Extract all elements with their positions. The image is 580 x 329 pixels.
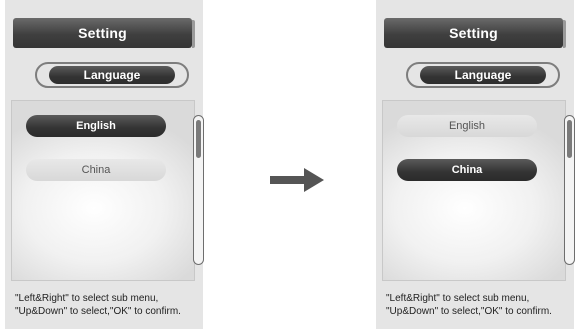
option-english[interactable]: English [397, 115, 537, 137]
settings-panel-before: Setting Language English China "Left&Rig… [5, 0, 204, 329]
scrollbar-track[interactable] [564, 115, 575, 265]
help-line-2: "Up&Down" to select,"OK" to confirm. [386, 306, 552, 317]
scrollbar-track[interactable] [193, 115, 204, 265]
language-tab-label: Language [420, 66, 546, 84]
language-tab-label: Language [49, 66, 175, 84]
settings-panel-after: Setting Language English China "Left&Rig… [376, 0, 575, 329]
language-tab[interactable]: Language [35, 62, 189, 88]
help-line-2: "Up&Down" to select,"OK" to confirm. [15, 306, 181, 317]
title-bar-edge [192, 20, 195, 48]
settings-title: Setting [449, 25, 498, 41]
help-line-1: "Left&Right" to select sub menu, [15, 293, 159, 304]
option-china[interactable]: China [26, 159, 166, 181]
right-arrow-icon [270, 168, 324, 192]
help-text: "Left&Right" to select sub menu, "Up&Dow… [15, 292, 201, 318]
scrollbar-thumb[interactable] [196, 120, 201, 158]
settings-title-bar: Setting [13, 18, 195, 48]
help-line-1: "Left&Right" to select sub menu, [386, 293, 530, 304]
settings-title-bar: Setting [384, 18, 566, 48]
title-bar-edge [563, 20, 566, 48]
help-text: "Left&Right" to select sub menu, "Up&Dow… [386, 292, 572, 318]
scrollbar-thumb[interactable] [567, 120, 572, 158]
language-options-list: English China [382, 100, 575, 281]
language-options-list: English China [11, 100, 204, 281]
language-tab[interactable]: Language [406, 62, 560, 88]
option-china[interactable]: China [397, 159, 537, 181]
settings-title: Setting [78, 25, 127, 41]
option-english[interactable]: English [26, 115, 166, 137]
